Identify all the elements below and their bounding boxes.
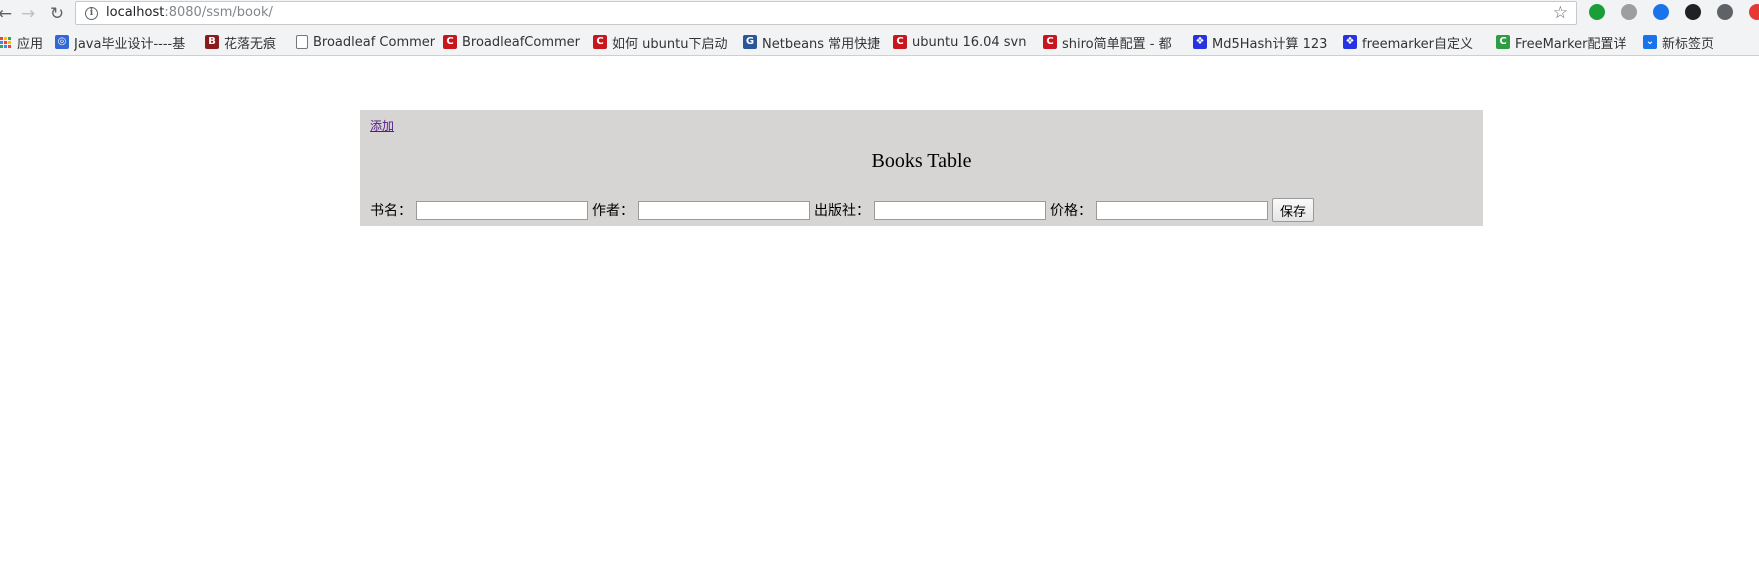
bulb-ext-icon[interactable] — [1717, 4, 1733, 20]
book-form: 书名： 作者： 出版社： 价格： 保存 — [370, 198, 1315, 222]
dark-ext-icon[interactable] — [1685, 4, 1701, 20]
publisher-input[interactable] — [874, 200, 1046, 220]
b-icon: B — [205, 35, 219, 49]
bookmark-item[interactable]: Cshiro简单配置 - 都 — [1043, 33, 1183, 51]
g-icon: G — [743, 35, 757, 49]
publisher-label: 出版社： — [814, 203, 870, 219]
price-input[interactable] — [1096, 200, 1268, 220]
reload-icon[interactable]: ↻ — [46, 3, 68, 25]
bookmark-item[interactable]: ⌄ 新标签页 — [1643, 33, 1743, 51]
bookmark-item[interactable]: C 如何 ubuntu下启动 — [593, 33, 733, 51]
add-link[interactable]: 添加 — [370, 117, 394, 134]
book-name-label: 书名： — [370, 203, 412, 219]
bookmark-label: Netbeans 常用快捷 — [762, 36, 881, 52]
bookmark-label: freemarker自定义 — [1362, 36, 1474, 52]
book-name-input[interactable] — [416, 200, 588, 220]
circle-ext-icon[interactable] — [1621, 4, 1637, 20]
paw-icon: ❖ — [1343, 35, 1357, 49]
bookmark-item[interactable]: ❖ freemarker自定义 — [1343, 33, 1488, 51]
url-text[interactable]: localhost:8080/ssm/book/ — [106, 5, 273, 21]
url-host: localhost — [106, 5, 165, 20]
books-panel: 添加 Books Table 书名： 作者： 出版社： 价格： 保存 — [360, 110, 1483, 226]
page-icon — [296, 35, 308, 49]
bookmark-item[interactable]: G Netbeans 常用快捷 — [743, 33, 883, 51]
bookmark-label: 新标签页 — [1662, 36, 1715, 52]
csdn-icon: C — [893, 35, 907, 49]
url-path: :8080/ssm/book/ — [164, 5, 273, 20]
bookmark-label: FreeMarker配置详 — [1515, 36, 1627, 52]
bookmark-item[interactable]: Cubuntu 16.04 svn — [893, 33, 1033, 51]
c-green-icon: C — [1496, 35, 1510, 49]
bookmark-item[interactable]: C FreeMarker配置详 — [1496, 33, 1636, 51]
csdn-icon: C — [1043, 35, 1057, 49]
price-label: 价格： — [1050, 203, 1092, 219]
pocket-icon: ⌄ — [1643, 35, 1657, 49]
bookmark-item[interactable]: Broadleaf Commer — [296, 33, 436, 51]
save-button[interactable]: 保存 — [1272, 198, 1315, 222]
forward-icon[interactable]: → — [17, 3, 39, 25]
shield-ext-icon[interactable] — [1589, 4, 1605, 20]
record-ext-icon[interactable] — [1749, 4, 1759, 20]
bookmark-label: Java毕业设计----基 — [74, 36, 186, 52]
address-bar[interactable]: i localhost:8080/ssm/book/ ☆ — [75, 1, 1577, 25]
back-icon[interactable]: ← — [0, 3, 16, 25]
bookmark-item[interactable]: ❖ Md5Hash计算 123 — [1193, 33, 1333, 51]
author-input[interactable] — [638, 200, 810, 220]
csdn-icon: C — [443, 35, 457, 49]
bookmark-label: 如何 ubuntu下启动 — [612, 36, 728, 52]
bookmark-label: Md5Hash计算 123 — [1212, 36, 1328, 52]
bookmark-star-icon[interactable]: ☆ — [1553, 3, 1568, 23]
bookmark-label: Broadleaf Commer — [313, 34, 436, 50]
info-icon[interactable]: i — [85, 7, 98, 20]
paw-icon: ❖ — [1193, 35, 1207, 49]
bookmark-label: ubuntu 16.04 svn — [912, 34, 1027, 50]
csdn-icon: C — [593, 35, 607, 49]
bookmarks-bar: 应用 ◎ Java毕业设计----基 B 花落无痕 Broadleaf Commer C Br… — [0, 28, 1759, 56]
author-label: 作者： — [592, 203, 634, 219]
globe-icon: ◎ — [55, 35, 69, 49]
bookmark-label: shiro简单配置 - 都 — [1062, 36, 1172, 52]
bookmark-item[interactable]: C BroadleafCommer — [443, 33, 583, 51]
browser-toolbar: ← → ↻ i localhost:8080/ssm/book/ ☆ — [0, 0, 1759, 28]
bookmark-label: 花落无痕 — [224, 36, 277, 52]
bookmark-item[interactable]: 应用 — [0, 33, 50, 51]
pocket-ext-icon[interactable] — [1653, 4, 1669, 20]
bookmark-item[interactable]: ◎ Java毕业设计----基 — [55, 33, 195, 51]
page-title: Books Table — [871, 150, 972, 172]
apps-grid-icon — [0, 36, 11, 48]
bookmark-item[interactable]: B 花落无痕 — [205, 33, 290, 51]
bookmark-label: BroadleafCommer — [462, 34, 581, 50]
bookmark-label: 应用 — [17, 36, 44, 52]
